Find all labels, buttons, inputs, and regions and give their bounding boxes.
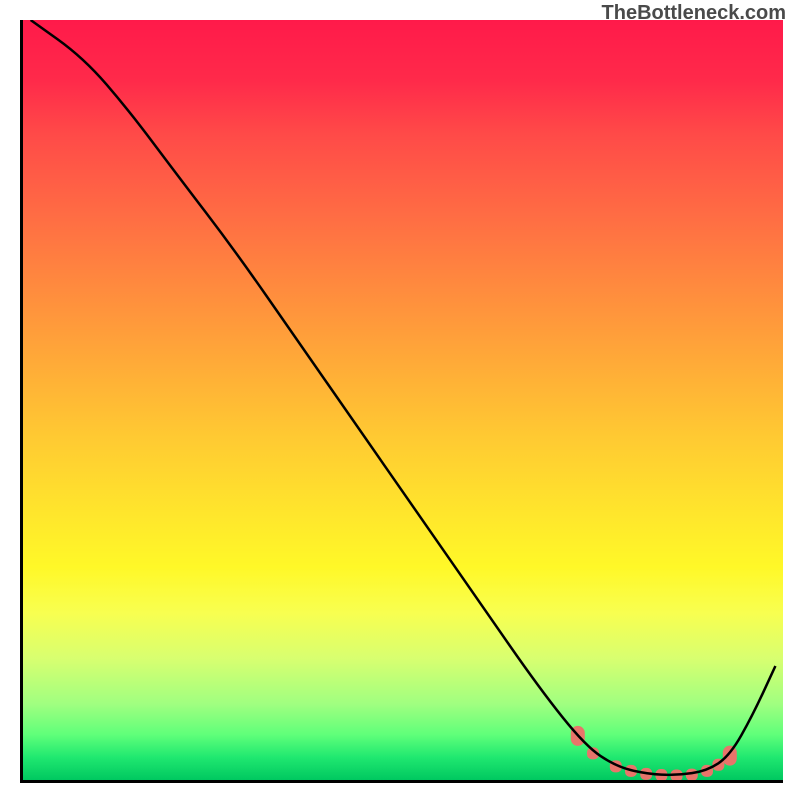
watermark-text: TheBottleneck.com [602,2,786,25]
chart-container: TheBottleneck.com [0,0,800,800]
highlight-cap [723,746,737,766]
plot-area [20,20,783,783]
main-curve [31,20,776,775]
curve-svg [23,20,783,780]
